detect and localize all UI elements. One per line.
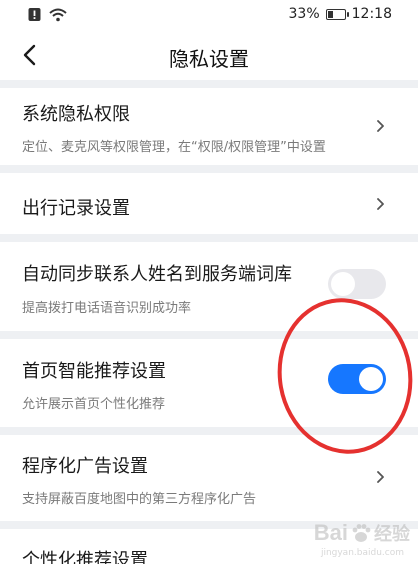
nav-bar: 隐私设置 <box>0 30 418 80</box>
toggle-knob <box>359 367 383 391</box>
item-title: 首页智能推荐设置 <box>22 361 166 382</box>
home-recommend-toggle[interactable] <box>328 364 386 394</box>
settings-item-system-privacy[interactable]: 系统隐私权限 定位、麦克风等权限管理，在“权限/权限管理”中设置 <box>0 88 418 165</box>
chevron-right-icon <box>377 120 384 132</box>
battery-icon <box>325 8 349 20</box>
alert-icon <box>28 8 41 21</box>
watermark-suffix: 经验 <box>374 524 410 544</box>
settings-item-programmatic-ads[interactable]: 程序化广告设置 支持屏蔽百度地图中的第三方程序化广告 <box>0 435 418 521</box>
item-subtitle: 提高拨打电话语音识别成功率 <box>22 301 192 316</box>
clock: 12:18 <box>351 6 392 22</box>
settings-item-sync-contacts: 自动同步联系人姓名到服务端词库 提高拨打电话语音识别成功率 <box>0 242 418 331</box>
status-right: 33% 12:18 <box>289 6 392 22</box>
baidu-watermark: Bai 经验 jingyan.baidu.com <box>313 520 410 558</box>
watermark-sub: jingyan.baidu.com <box>320 548 404 558</box>
battery-percent: 33% <box>288 6 320 22</box>
sync-contacts-toggle[interactable] <box>328 269 386 299</box>
settings-item-travel-record[interactable]: 出行记录设置 <box>0 173 418 234</box>
item-title: 程序化广告设置 <box>22 456 148 477</box>
chevron-right-icon <box>377 471 384 483</box>
settings-item-home-recommend: 首页智能推荐设置 允许展示首页个性化推荐 <box>0 339 418 427</box>
chevron-right-icon <box>377 198 384 210</box>
paw-icon <box>352 524 371 542</box>
item-title: 出行记录设置 <box>22 198 130 219</box>
wifi-icon <box>49 8 67 21</box>
item-title: 系统隐私权限 <box>22 104 130 125</box>
watermark-text: Bai <box>313 520 348 545</box>
item-subtitle: 定位、麦克风等权限管理，在“权限/权限管理”中设置 <box>22 140 326 155</box>
item-title: 个性化推荐设置 <box>22 550 148 564</box>
item-subtitle: 允许展示首页个性化推荐 <box>22 397 166 412</box>
toggle-knob <box>331 272 355 296</box>
item-subtitle: 支持屏蔽百度地图中的第三方程序化广告 <box>22 492 257 507</box>
status-left <box>28 7 67 22</box>
status-bar: 33% 12:18 <box>0 0 418 30</box>
page-title: 隐私设置 <box>169 47 249 71</box>
item-title: 自动同步联系人姓名到服务端词库 <box>22 264 292 285</box>
